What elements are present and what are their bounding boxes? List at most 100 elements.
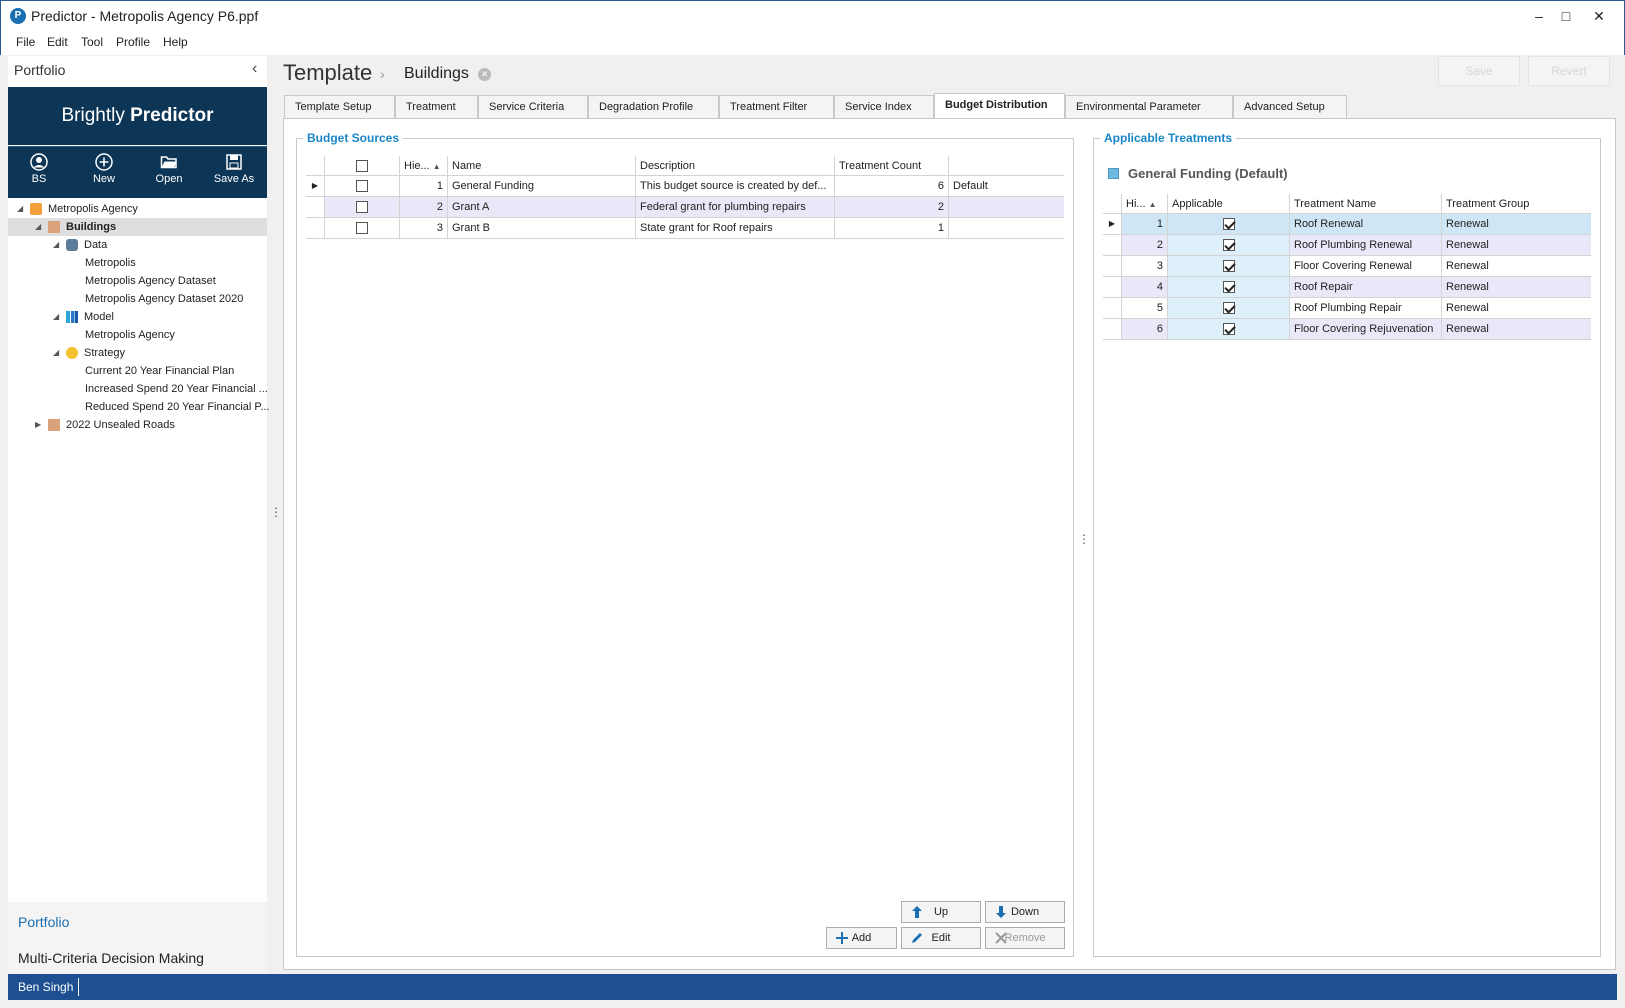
column-header-name[interactable]: Name [448,156,636,175]
portfolio-icon [48,221,60,233]
cell-treatment-name: Floor Covering Renewal [1290,256,1442,276]
applicable-checkbox[interactable] [1222,323,1235,336]
column-header-applicable[interactable]: Applicable [1168,194,1290,213]
close-tab-icon[interactable]: ✕ [478,68,491,81]
new-label: New [92,173,115,185]
tree-label: Metropolis Agency [85,329,175,341]
expand-arrow-icon[interactable]: ◢ [53,236,59,254]
tree-item-dataset[interactable]: Metropolis [8,254,267,272]
table-row[interactable]: 6 Floor Covering Rejuvenation Renewal [1103,319,1591,340]
tree-item-model[interactable]: ◢ Model [8,308,267,326]
tree-item-buildings[interactable]: ◢ Buildings [8,218,267,236]
table-row[interactable]: 3 Grant B State grant for Roof repairs 1 [306,218,1064,239]
cell-hie: 2 [400,197,448,217]
cell-hie: 4 [1122,277,1168,297]
tree-item-strategy-plan[interactable]: Current 20 Year Financial Plan [8,362,267,380]
applicable-checkbox[interactable] [1222,281,1235,294]
navigation-pane: Portfolio Multi-Criteria Decision Making [8,902,267,974]
add-button[interactable]: Add [826,927,897,949]
breadcrumb-root[interactable]: Template [283,60,372,86]
cell-default: Default [953,180,988,192]
tree-item-model-entry[interactable]: Metropolis Agency [8,326,267,344]
menu-edit[interactable]: Edit [47,35,68,49]
column-header-treatment-count[interactable]: Treatment Count [835,156,949,175]
cell-applicable [1168,319,1290,339]
folder-open-icon [160,156,177,169]
row-checkbox[interactable] [356,222,368,235]
menu-profile[interactable]: Profile [116,35,150,49]
column-header-treatment-name[interactable]: Treatment Name [1290,194,1442,213]
menu-file[interactable]: File [16,35,35,49]
row-indicator-header [1103,194,1122,213]
title-bar: P Predictor - Metropolis Agency P6.ppf –… [0,0,1625,30]
applicable-checkbox[interactable] [1222,218,1235,231]
menu-help[interactable]: Help [163,35,188,49]
down-button[interactable]: Down [985,901,1065,923]
row-indicator [306,218,325,238]
row-checkbox[interactable] [356,201,368,214]
tree-item-unsealed-roads[interactable]: ▶ 2022 Unsealed Roads [8,416,267,434]
row-checkbox[interactable] [356,180,368,193]
tree-item-dataset[interactable]: Metropolis Agency Dataset 2020 [8,290,267,308]
nav-portfolio[interactable]: Portfolio [18,914,69,930]
expand-arrow-icon[interactable]: ◢ [17,200,23,218]
tab-service-criteria[interactable]: Service Criteria [478,95,588,118]
open-button[interactable]: Open [138,153,200,185]
applicable-checkbox[interactable] [1222,302,1235,315]
tree-item-strategy[interactable]: ◢ Strategy [8,344,267,362]
remove-button[interactable]: Remove [985,927,1065,949]
user-icon [30,153,48,171]
tab-treatment[interactable]: Treatment [395,95,478,118]
splitter-handle-icon[interactable]: ⋮ [1078,532,1090,546]
column-header-treatment-group[interactable]: Treatment Group [1442,194,1591,213]
tab-service-index[interactable]: Service Index [834,95,934,118]
collapsed-arrow-icon[interactable]: ▶ [35,416,41,434]
applicable-checkbox[interactable] [1222,239,1235,252]
column-header-hie[interactable]: Hie... ▲ [400,156,448,175]
expand-arrow-icon[interactable]: ◢ [35,218,41,236]
splitter-handle-icon[interactable]: ⋮ [270,505,282,519]
table-row[interactable]: 5 Roof Plumbing Repair Renewal [1103,298,1591,319]
revert-button[interactable]: Revert [1528,56,1610,86]
column-header-hie[interactable]: Hi... ▲ [1122,194,1168,213]
menu-tool[interactable]: Tool [81,35,103,49]
select-all-cell [325,156,400,175]
select-all-checkbox[interactable] [356,160,368,173]
database-icon [66,239,78,251]
cell-hie: 1 [400,176,448,196]
column-header-description[interactable]: Description [636,156,835,175]
table-row[interactable]: ▶ 1 Roof Renewal Renewal [1103,214,1591,235]
cell-treatment-count: 6 [835,176,949,196]
tab-advanced-setup[interactable]: Advanced Setup [1233,95,1347,118]
up-button[interactable]: Up [901,901,981,923]
tab-degradation-profile[interactable]: Degradation Profile [588,95,719,118]
new-button[interactable]: New [73,153,135,185]
table-row[interactable]: 4 Roof Repair Renewal [1103,277,1591,298]
table-row[interactable]: 3 Floor Covering Renewal Renewal [1103,256,1591,277]
table-row[interactable]: 2 Grant A Federal grant for plumbing rep… [306,197,1064,218]
save-as-button[interactable]: Save As [203,153,265,185]
table-row[interactable]: 2 Roof Plumbing Renewal Renewal [1103,235,1591,256]
cell-name: Grant B [448,218,636,238]
expand-arrow-icon[interactable]: ◢ [53,344,59,362]
collapse-panel-button[interactable]: ‹ [252,60,257,78]
tab-environmental-parameter[interactable]: Environmental Parameter [1065,95,1233,118]
tree-item-metropolis-agency[interactable]: ◢ Metropolis Agency [8,200,267,218]
maximize-button[interactable]: □ [1550,1,1582,31]
tab-treatment-filter[interactable]: Treatment Filter [719,95,834,118]
tab-template-setup[interactable]: Template Setup [284,95,395,118]
tree-item-strategy-plan[interactable]: Increased Spend 20 Year Financial ... [8,380,268,398]
tab-budget-distribution[interactable]: Budget Distribution [934,93,1065,119]
table-row[interactable]: ▶ 1 General Funding This budget source i… [306,176,1064,197]
bs-button[interactable]: BS [8,153,70,185]
expand-arrow-icon[interactable]: ◢ [53,308,59,326]
applicable-checkbox[interactable] [1222,260,1235,273]
tree-item-strategy-plan[interactable]: Reduced Spend 20 Year Financial P... [8,398,270,416]
close-button[interactable]: ✕ [1583,1,1615,31]
tree-item-data[interactable]: ◢ Data [8,236,267,254]
save-button[interactable]: Save [1438,56,1520,86]
brand-light: Brightly [61,105,131,126]
tree-item-dataset[interactable]: Metropolis Agency Dataset [8,272,267,290]
edit-button[interactable]: Edit [901,927,981,949]
nav-mcdm[interactable]: Multi-Criteria Decision Making [18,950,204,966]
